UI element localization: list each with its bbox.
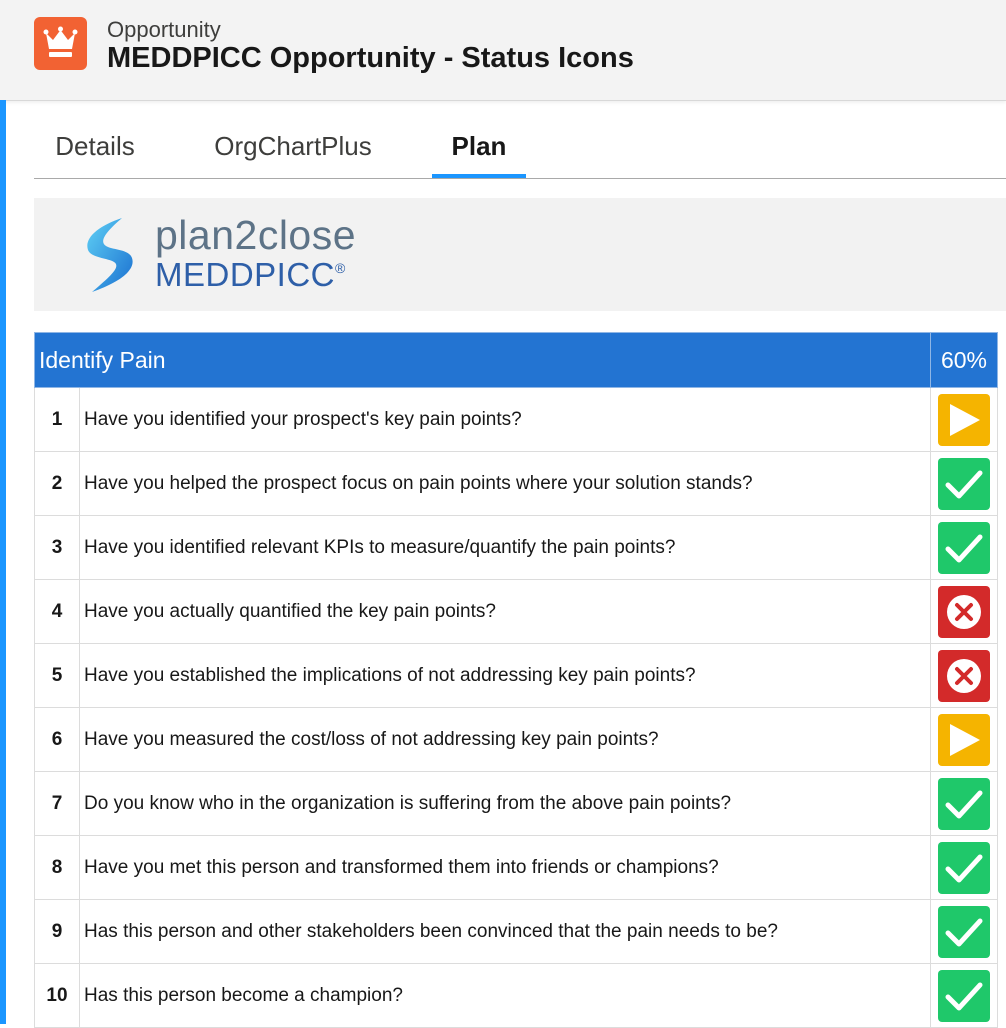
row-question: Have you established the implications of… <box>79 643 931 708</box>
play-icon[interactable] <box>938 393 990 446</box>
row-number: 10 <box>34 963 80 1028</box>
table-row: 10 Has this person become a champion? <box>34 963 998 1028</box>
table-row: 2 Have you helped the prospect focus on p… <box>34 451 998 516</box>
row-status-cell <box>930 515 998 580</box>
row-number: 8 <box>34 835 80 900</box>
row-status-cell <box>930 963 998 1028</box>
table-row: 1 Have you identified your prospect's key… <box>34 387 998 452</box>
tab-plan[interactable]: Plan <box>432 120 526 178</box>
tab-details[interactable]: Details <box>34 120 156 177</box>
table-row: 3 Have you identified relevant KPIs to me… <box>34 515 998 580</box>
record-title: MEDDPICC Opportunity - Status Icons <box>107 42 634 74</box>
checkmark-icon[interactable] <box>938 521 990 574</box>
plan2close-logo-icon <box>87 218 133 292</box>
row-number: 6 <box>34 707 80 772</box>
table-row: 6 Have you measured the cost/loss of not … <box>34 707 998 772</box>
table-row: 7 Do you know who in the organization is … <box>34 771 998 836</box>
row-status-cell <box>930 451 998 516</box>
row-number: 1 <box>34 387 80 452</box>
row-question: Have you actually quantified the key pai… <box>79 579 931 644</box>
left-accent-bar <box>0 100 6 1024</box>
x-circle-icon[interactable] <box>938 649 990 702</box>
logo-wordmark: plan2close <box>155 212 357 258</box>
row-question: Has this person and other stakeholders b… <box>79 899 931 964</box>
plan-rows: 1 Have you identified your prospect's key… <box>34 387 998 1028</box>
logo-subtitle: MEDDPICC® <box>155 256 346 293</box>
row-number: 2 <box>34 451 80 516</box>
row-status-cell <box>930 899 998 964</box>
table-row: 9 Has this person and other stakeholders … <box>34 899 998 964</box>
row-status-cell <box>930 643 998 708</box>
plan2close-banner: plan2close MEDDPICC® <box>34 198 1006 311</box>
tab-orgchartplus[interactable]: OrgChartPlus <box>202 120 384 177</box>
row-status-cell <box>930 387 998 452</box>
plan-table: Identify Pain 60% 1 Have you identified y… <box>34 332 998 1028</box>
section-header-row: Identify Pain 60% <box>34 332 998 388</box>
checkmark-icon[interactable] <box>938 969 990 1022</box>
row-number: 5 <box>34 643 80 708</box>
row-number: 4 <box>34 579 80 644</box>
section-title: Identify Pain <box>34 332 931 388</box>
row-status-cell <box>930 579 998 644</box>
section-percent: 60% <box>930 332 998 388</box>
row-question: Have you identified relevant KPIs to mea… <box>79 515 931 580</box>
play-icon[interactable] <box>938 713 990 766</box>
checkmark-icon[interactable] <box>938 457 990 510</box>
row-status-cell <box>930 771 998 836</box>
record-header: Opportunity MEDDPICC Opportunity - Statu… <box>0 0 1006 101</box>
row-question: Have you measured the cost/loss of not a… <box>79 707 931 772</box>
row-question: Have you identified your prospect's key … <box>79 387 931 452</box>
tab-bar: Details OrgChartPlus Plan <box>34 120 1006 179</box>
object-label: Opportunity <box>107 17 221 42</box>
row-question: Have you met this person and transformed… <box>79 835 931 900</box>
row-number: 3 <box>34 515 80 580</box>
row-status-cell <box>930 707 998 772</box>
row-question: Have you helped the prospect focus on pa… <box>79 451 931 516</box>
row-number: 9 <box>34 899 80 964</box>
crown-icon <box>34 17 87 70</box>
table-row: 8 Have you met this person and transforme… <box>34 835 998 900</box>
row-status-cell <box>930 835 998 900</box>
checkmark-icon[interactable] <box>938 841 990 894</box>
checkmark-icon[interactable] <box>938 777 990 830</box>
row-number: 7 <box>34 771 80 836</box>
row-question: Do you know who in the organization is s… <box>79 771 931 836</box>
x-circle-icon[interactable] <box>938 585 990 638</box>
checkmark-icon[interactable] <box>938 905 990 958</box>
table-row: 5 Have you established the implications o… <box>34 643 998 708</box>
row-question: Has this person become a champion? <box>79 963 931 1028</box>
table-row: 4 Have you actually quantified the key pa… <box>34 579 998 644</box>
